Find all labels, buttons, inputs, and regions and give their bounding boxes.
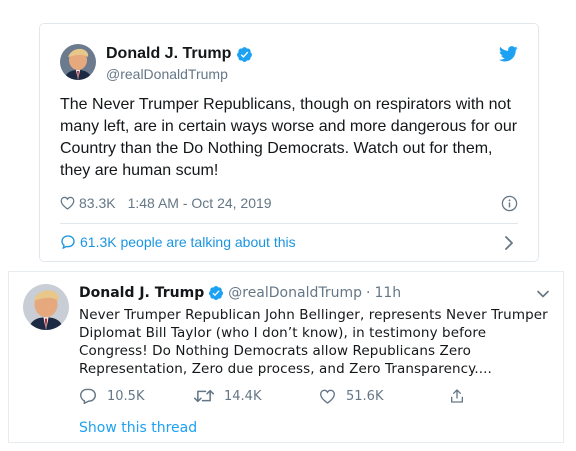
reply-icon [79,388,97,404]
handle[interactable]: @realDonaldTrump [228,285,362,301]
show-thread-link[interactable]: Show this thread [79,420,197,436]
conversation-text: 61.3K people are talking about this [80,234,296,250]
handle[interactable]: @realDonaldTrump [106,66,228,82]
verified-badge-icon [237,46,253,62]
info-icon[interactable] [501,195,518,212]
like-count: 51.6K [346,388,384,404]
separator-dot: · [366,285,371,301]
tweet-text: Never Trumper Republican John Bellinger,… [79,307,548,377]
chevron-down-icon[interactable] [537,290,549,298]
heart-icon[interactable] [60,196,75,210]
tweet-text: The Never Trumper Republicans, though on… [60,96,518,179]
verified-badge-icon [209,286,224,300]
timeline-tweet[interactable]: Donald J. Trump @realDonaldTrump · 11h N… [8,271,564,443]
chevron-right-icon[interactable] [504,235,514,251]
avatar-image [60,44,96,80]
twitter-bird-icon[interactable] [499,46,518,62]
retweet-button[interactable]: 14.4K [194,388,319,404]
retweet-icon [194,389,214,403]
tweet-age[interactable]: 11h [374,285,401,301]
comment-icon [61,235,75,250]
embedded-tweet-card[interactable]: Donald J. Trump @realDonaldTrump The Nev… [39,23,539,262]
timestamp[interactable]: 1:48 AM - Oct 24, 2019 [128,195,272,211]
reply-button[interactable]: 10.5K [79,388,194,404]
share-icon [451,389,463,403]
reply-count: 10.5K [107,388,145,404]
display-name[interactable]: Donald J. Trump [79,285,204,301]
like-count[interactable]: 83.3K [79,195,116,211]
avatar[interactable] [23,284,69,330]
heart-icon [319,389,336,404]
share-button[interactable] [449,388,465,404]
avatar[interactable] [60,44,96,80]
retweet-count: 14.4K [224,388,262,404]
display-name[interactable]: Donald J. Trump [106,45,231,63]
divider [60,223,518,224]
avatar-image [23,284,69,330]
conversation-link[interactable]: 61.3K people are talking about this [60,234,296,250]
like-button[interactable]: 51.6K [319,389,449,404]
